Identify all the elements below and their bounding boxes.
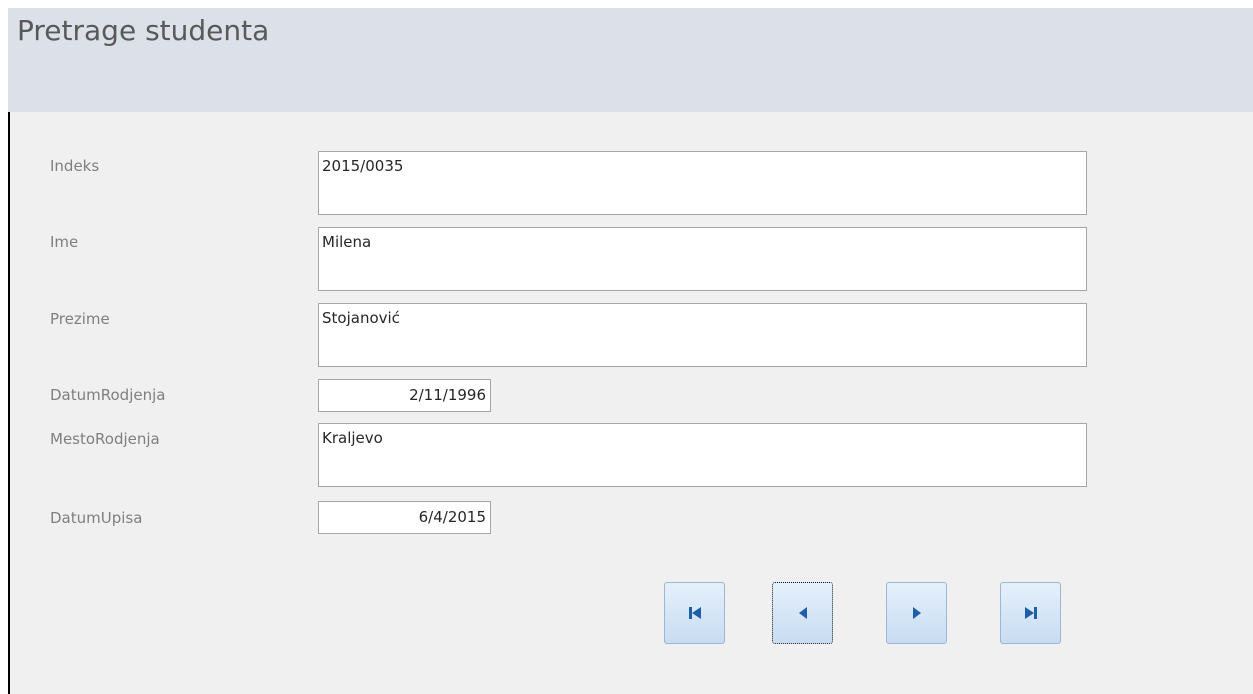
form-title: Pretrage studenta (17, 14, 270, 47)
last-record-icon (1024, 607, 1037, 619)
ime-field[interactable]: Milena (318, 227, 1087, 291)
first-record-button[interactable] (664, 582, 725, 644)
previous-record-icon (798, 607, 807, 619)
datum-rodjenja-field[interactable]: 2/11/1996 (318, 379, 491, 412)
datum-upisa-field[interactable]: 6/4/2015 (318, 501, 491, 534)
form-header: Pretrage studenta (8, 8, 1253, 112)
first-record-icon (688, 607, 701, 619)
prezime-label: Prezime (50, 310, 110, 328)
ime-label: Ime (50, 233, 79, 251)
next-record-button[interactable] (886, 582, 947, 644)
indeks-label: Indeks (50, 157, 100, 175)
last-record-button[interactable] (1000, 582, 1061, 644)
indeks-field[interactable]: 2015/0035 (318, 151, 1087, 215)
prezime-field[interactable]: Stojanović (318, 303, 1087, 367)
datum-upisa-label: DatumUpisa (50, 509, 143, 527)
previous-record-button[interactable] (772, 582, 833, 644)
mesto-rodjenja-field[interactable]: Kraljevo (318, 423, 1087, 487)
form-detail-section: Indeks 2015/0035 Ime Milena Prezime Stoj… (8, 112, 1253, 694)
next-record-icon (912, 607, 921, 619)
mesto-rodjenja-label: MestoRodjenja (50, 430, 160, 448)
datum-rodjenja-label: DatumRodjenja (50, 386, 166, 404)
